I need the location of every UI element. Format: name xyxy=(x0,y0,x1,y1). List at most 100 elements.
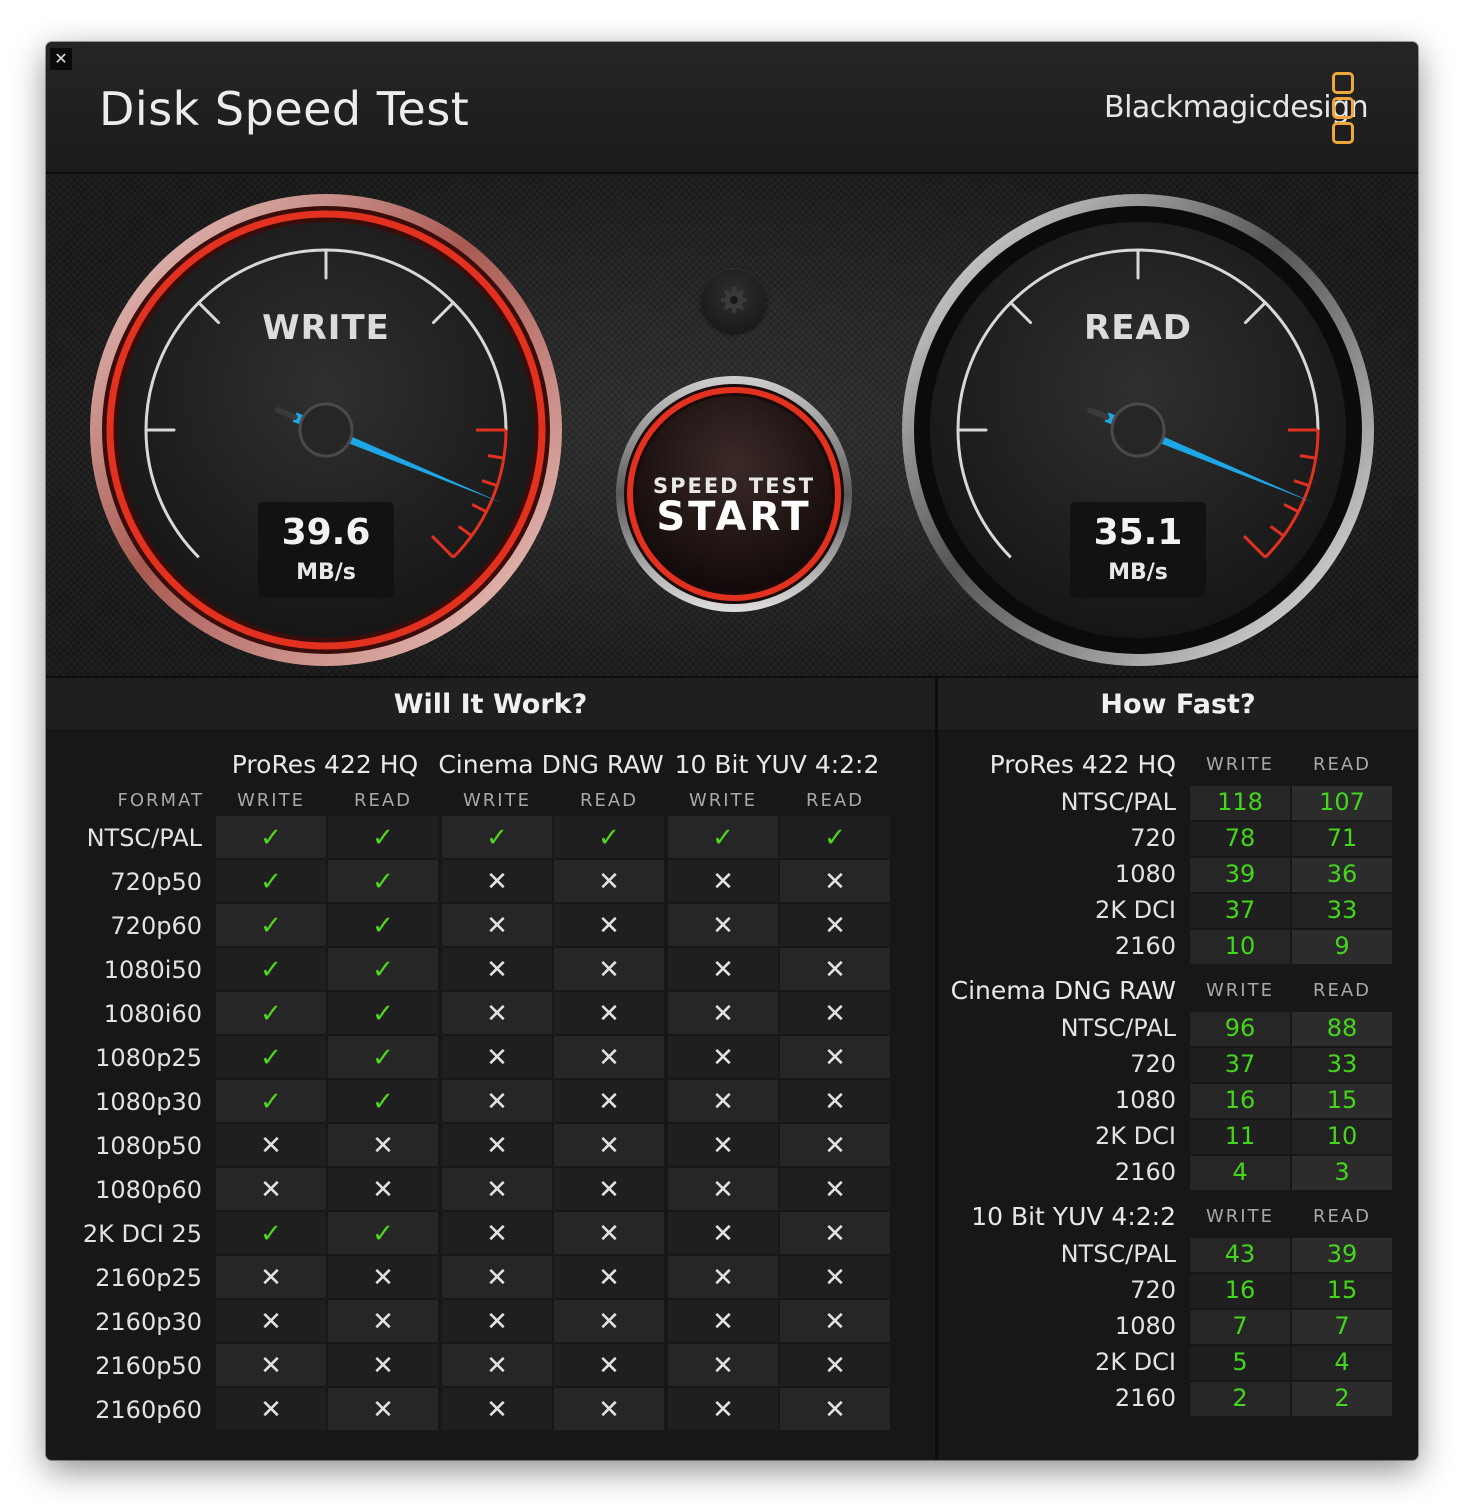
write-column-header: WRITE xyxy=(237,790,305,811)
read-fps-value: 71 xyxy=(1326,824,1358,852)
app-window: ✕ Disk Speed Test Blackmagicdesign WRITE… xyxy=(46,42,1418,1460)
check-icon: ✓ xyxy=(260,911,282,941)
format-label: 2160p50 xyxy=(95,1352,202,1380)
read-fps-value: 88 xyxy=(1326,1014,1358,1042)
fast-format-label: 720 xyxy=(1130,1050,1176,1078)
cross-icon: ✕ xyxy=(824,1307,846,1337)
check-icon: ✓ xyxy=(372,955,394,985)
fast-codec-header: 10 Bit YUV 4:2:2 xyxy=(971,1202,1176,1231)
will-it-work-panel: Will It Work? ProRes 422 HQ Cinema DNG RA… xyxy=(46,678,938,1460)
read-gauge: READ 35.1 MB/s xyxy=(896,188,1380,672)
cross-icon: ✕ xyxy=(486,911,508,941)
write-fps-value: 4 xyxy=(1232,1158,1248,1186)
check-icon: ✓ xyxy=(372,867,394,897)
read-fps-value: 107 xyxy=(1319,788,1365,816)
format-column-header: FORMAT xyxy=(117,790,204,811)
read-fps-value: 15 xyxy=(1326,1086,1358,1114)
write-label: WRITE xyxy=(262,308,390,348)
cross-icon: ✕ xyxy=(712,1087,734,1117)
check-icon: ✓ xyxy=(260,823,282,853)
settings-button[interactable] xyxy=(702,268,766,332)
cross-icon: ✕ xyxy=(486,955,508,985)
format-label: 2160p60 xyxy=(95,1396,202,1424)
format-label: 1080p60 xyxy=(95,1176,202,1204)
cross-icon: ✕ xyxy=(712,999,734,1029)
write-column-header: WRITE xyxy=(689,790,757,811)
check-icon: ✓ xyxy=(372,911,394,941)
read-needle-hub xyxy=(1110,402,1166,458)
cross-icon: ✕ xyxy=(598,1395,620,1425)
cross-icon: ✕ xyxy=(260,1395,282,1425)
fast-write-header: WRITE xyxy=(1206,754,1274,775)
format-label: 1080i60 xyxy=(103,1000,202,1028)
read-fps-value: 15 xyxy=(1326,1276,1358,1304)
write-fps-value: 16 xyxy=(1224,1276,1256,1304)
cross-icon: ✕ xyxy=(486,1219,508,1249)
cross-icon: ✕ xyxy=(598,1175,620,1205)
format-label: 720p50 xyxy=(110,868,202,896)
cross-icon: ✕ xyxy=(824,1087,846,1117)
read-fps-value: 33 xyxy=(1326,1050,1358,1078)
cross-icon: ✕ xyxy=(712,911,734,941)
close-button[interactable]: ✕ xyxy=(50,48,72,70)
gauge-panel: WRITE 39.6 MB/s SPEED TEST START READ 35… xyxy=(46,174,1418,678)
cross-icon: ✕ xyxy=(486,1351,508,1381)
cross-icon: ✕ xyxy=(824,867,846,897)
write-fps-value: 7 xyxy=(1232,1312,1248,1340)
app-title: Disk Speed Test xyxy=(99,82,470,136)
cross-icon: ✕ xyxy=(824,1395,846,1425)
read-fps-value: 9 xyxy=(1334,932,1350,960)
fast-format-label: 1080 xyxy=(1114,860,1176,888)
format-label: NTSC/PAL xyxy=(86,824,202,852)
format-label: 2K DCI 25 xyxy=(82,1220,202,1248)
format-label: 1080p25 xyxy=(95,1044,202,1072)
start-button[interactable]: SPEED TEST START xyxy=(614,374,854,614)
cross-icon: ✕ xyxy=(372,1395,394,1425)
cross-icon: ✕ xyxy=(598,911,620,941)
fast-format-label: 2K DCI xyxy=(1095,1122,1176,1150)
check-icon: ✓ xyxy=(824,823,846,853)
cross-icon: ✕ xyxy=(598,1131,620,1161)
write-fps-value: 16 xyxy=(1224,1086,1256,1114)
read-fps-value: 4 xyxy=(1334,1348,1350,1376)
cross-icon: ✕ xyxy=(712,1351,734,1381)
cross-icon: ✕ xyxy=(260,1263,282,1293)
cross-icon: ✕ xyxy=(598,1351,620,1381)
read-fps-value: 39 xyxy=(1326,1240,1358,1268)
write-speed-unit: MB/s xyxy=(296,560,356,585)
check-icon: ✓ xyxy=(372,823,394,853)
cross-icon: ✕ xyxy=(260,1307,282,1337)
check-icon: ✓ xyxy=(260,867,282,897)
cross-icon: ✕ xyxy=(824,955,846,985)
cross-icon: ✕ xyxy=(486,1087,508,1117)
format-label: 2160p30 xyxy=(95,1308,202,1336)
title-bar: ✕ Disk Speed Test Blackmagicdesign xyxy=(46,42,1418,174)
cross-icon: ✕ xyxy=(486,867,508,897)
cross-icon: ✕ xyxy=(486,1175,508,1205)
cross-icon: ✕ xyxy=(824,999,846,1029)
cross-icon: ✕ xyxy=(824,1175,846,1205)
write-fps-value: 2 xyxy=(1232,1384,1248,1412)
format-label: 1080i50 xyxy=(103,956,202,984)
fast-format-label: 2K DCI xyxy=(1095,896,1176,924)
check-icon: ✓ xyxy=(372,1087,394,1117)
brand-logo-text: Blackmagicdesign xyxy=(1104,90,1369,125)
check-icon: ✓ xyxy=(260,955,282,985)
cross-icon: ✕ xyxy=(824,1043,846,1073)
cross-icon: ✕ xyxy=(824,911,846,941)
cross-icon: ✕ xyxy=(598,999,620,1029)
cross-icon: ✕ xyxy=(712,955,734,985)
write-fps-value: 5 xyxy=(1232,1348,1248,1376)
cross-icon: ✕ xyxy=(486,1043,508,1073)
speed-table: ProRes 422 HQ WRITE READ NTSC/PAL 118 107 720 7… xyxy=(938,678,1418,1460)
cross-icon: ✕ xyxy=(486,1395,508,1425)
read-fps-value: 10 xyxy=(1326,1122,1358,1150)
check-icon: ✓ xyxy=(260,1043,282,1073)
cross-icon: ✕ xyxy=(486,1307,508,1337)
compatibility-table: ProRes 422 HQ Cinema DNG RAW 10 Bit YUV 4:… xyxy=(46,678,935,1460)
format-label: 2160p25 xyxy=(95,1264,202,1292)
fast-format-label: 2160 xyxy=(1114,1384,1176,1412)
fast-format-label: 720 xyxy=(1130,1276,1176,1304)
fast-read-header: READ xyxy=(1312,754,1372,775)
fast-codec-header: Cinema DNG RAW xyxy=(950,976,1176,1005)
